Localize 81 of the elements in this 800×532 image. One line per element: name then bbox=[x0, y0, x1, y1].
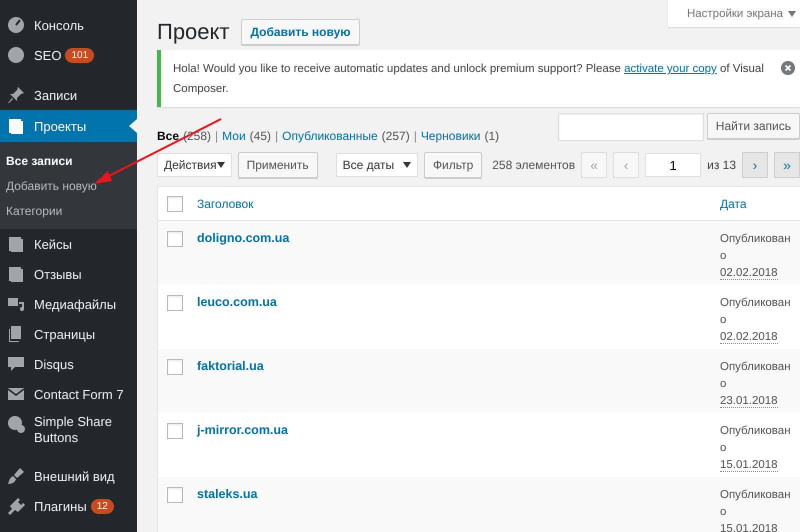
page-title: Проект bbox=[157, 18, 230, 44]
sidebar-item[interactable]: Медиафайлы bbox=[0, 289, 137, 319]
item-count: 258 элементов bbox=[492, 158, 576, 172]
add-new-button[interactable]: Добавить новую bbox=[241, 18, 360, 44]
menu-icon bbox=[6, 264, 26, 284]
separator: | bbox=[215, 129, 218, 143]
select-all-checkbox[interactable] bbox=[167, 196, 183, 212]
post-title-link[interactable]: staleks.ua bbox=[197, 487, 720, 501]
search-button[interactable]: Найти запись bbox=[706, 113, 800, 139]
last-page-button[interactable]: » bbox=[774, 152, 800, 178]
view-filter-link[interactable]: Опубликованные bbox=[282, 129, 378, 143]
filter-button[interactable]: Фильтр bbox=[424, 152, 482, 178]
view-count: (1) bbox=[484, 129, 500, 143]
menu-icon bbox=[6, 414, 26, 434]
count-badge: 12 bbox=[90, 498, 114, 514]
caret-icon bbox=[402, 161, 411, 169]
sidebar-item[interactable]: Contact Form 7 bbox=[0, 379, 137, 409]
count-badge: 101 bbox=[65, 48, 94, 62]
menu-icon bbox=[6, 15, 26, 35]
post-date: 02.02.2018 bbox=[720, 331, 778, 344]
post-date: 23.01.2018 bbox=[720, 395, 778, 408]
sidebar-item[interactable]: Консоль bbox=[0, 10, 137, 40]
bulk-action-select[interactable]: Действия bbox=[157, 153, 232, 177]
apply-button[interactable]: Применить bbox=[238, 152, 318, 178]
post-title-link[interactable]: j-mirror.com.ua bbox=[197, 423, 720, 437]
post-date: 15.01.2018 bbox=[720, 523, 778, 532]
sidebar-item[interactable]: Внешний вид bbox=[0, 461, 137, 491]
view-count: (257) bbox=[382, 129, 410, 143]
page-field[interactable]: 1 bbox=[645, 153, 702, 177]
date-filter-select[interactable]: Все даты bbox=[336, 153, 418, 177]
post-date: 15.01.2018 bbox=[720, 459, 778, 472]
sidebar-item[interactable]: Disqus bbox=[0, 349, 137, 379]
post-status: Опубликовано bbox=[720, 232, 792, 264]
sidebar-item[interactable]: SEO 101 bbox=[0, 40, 137, 70]
screen-options-button[interactable]: Настройки экрана bbox=[668, 0, 800, 27]
sidebar-item[interactable]: Страницы bbox=[0, 319, 137, 349]
menu-icon bbox=[6, 466, 26, 486]
row-checkbox[interactable] bbox=[167, 359, 183, 375]
menu-icon bbox=[6, 116, 26, 136]
post-status: Опубликовано bbox=[720, 296, 792, 328]
caret-icon bbox=[788, 10, 796, 18]
view-filter-link[interactable]: Все bbox=[157, 129, 180, 143]
post-title-link[interactable]: doligno.com.ua bbox=[197, 231, 720, 245]
sidebar-item[interactable]: Проекты bbox=[0, 110, 137, 142]
sidebar-item[interactable]: Кейсы bbox=[0, 229, 137, 259]
submenu-item[interactable]: Категории bbox=[0, 199, 137, 224]
column-header[interactable]: Заголовок bbox=[197, 196, 720, 210]
row-checkbox[interactable] bbox=[167, 423, 183, 439]
view-filter-link[interactable]: Черновики bbox=[420, 129, 480, 143]
notice-text: Hola! Would you like to receive automatic updates and unlock premium support? Please activate your copy of Visual Composer. bbox=[173, 63, 764, 95]
next-page-button[interactable]: › bbox=[742, 152, 768, 178]
post-status: Опубликовано bbox=[720, 488, 792, 520]
post-status: Опубликовано bbox=[720, 424, 792, 456]
page-total: из 13 bbox=[707, 158, 736, 172]
row-checkbox[interactable] bbox=[167, 487, 183, 503]
sidebar-item[interactable]: Записи bbox=[0, 80, 137, 110]
menu-icon bbox=[6, 354, 26, 374]
activate-link[interactable]: activate your copy bbox=[624, 63, 717, 75]
sidebar-item[interactable]: Simple Share Buttons bbox=[0, 409, 137, 451]
view-count: (45) bbox=[250, 129, 272, 143]
menu-icon bbox=[6, 45, 26, 65]
post-title-link[interactable]: leuco.com.ua bbox=[197, 295, 720, 309]
menu-icon bbox=[6, 234, 26, 254]
post-date: 02.02.2018 bbox=[720, 267, 778, 280]
submenu-item[interactable]: Все записи bbox=[0, 149, 137, 174]
post-status: Опубликовано bbox=[720, 360, 792, 392]
view-filter-link[interactable]: Мои bbox=[222, 129, 246, 143]
menu-icon bbox=[6, 496, 26, 516]
menu-icon bbox=[6, 85, 26, 105]
close-icon[interactable] bbox=[781, 61, 795, 75]
separator: | bbox=[414, 129, 417, 143]
sidebar-item[interactable]: Отзывы bbox=[0, 259, 137, 289]
separator: | bbox=[275, 129, 278, 143]
row-checkbox[interactable] bbox=[167, 295, 183, 311]
search-field[interactable] bbox=[558, 113, 704, 141]
column-header[interactable]: Дата bbox=[720, 196, 800, 210]
post-title-link[interactable]: faktorial.ua bbox=[197, 359, 720, 373]
sidebar-item[interactable]: Плагины 12 bbox=[0, 491, 137, 521]
caret-icon bbox=[216, 161, 225, 169]
submenu-item[interactable]: Добавить новую bbox=[0, 174, 137, 199]
row-checkbox[interactable] bbox=[167, 231, 183, 247]
